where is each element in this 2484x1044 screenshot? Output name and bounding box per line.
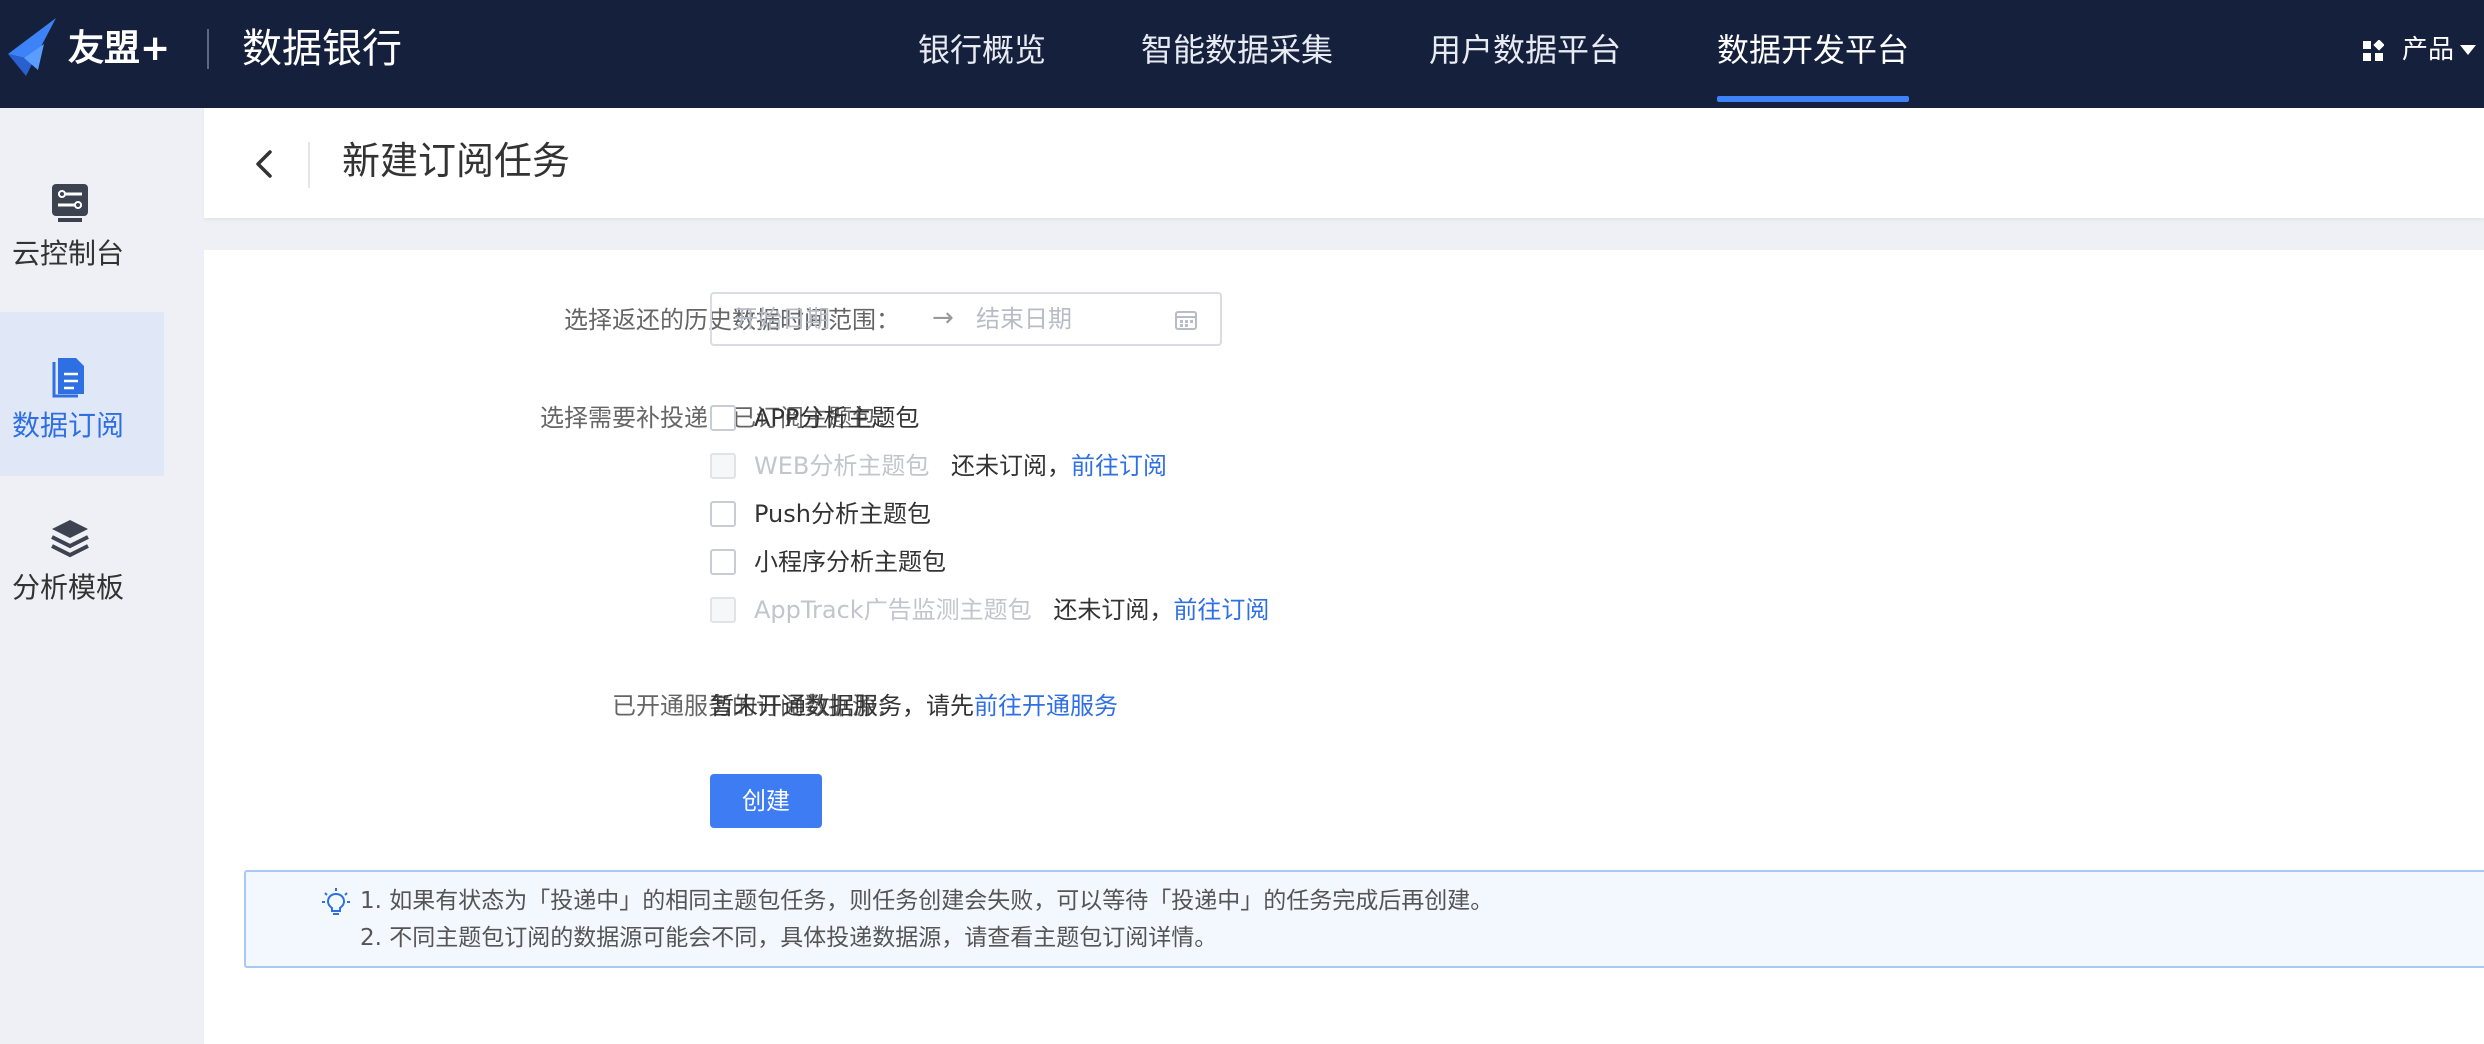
- grid-icon[interactable]: [2362, 40, 2384, 62]
- lightbulb-icon: [322, 888, 350, 915]
- sidebar: 云控制台 数据订阅 分析模板: [0, 108, 204, 1044]
- calendar-icon[interactable]: [1174, 309, 1198, 331]
- nav-bank-overview[interactable]: 银行概览: [918, 28, 1046, 72]
- nav-data-dev-platform[interactable]: 数据开发平台: [1717, 28, 1909, 72]
- back-arrow-icon[interactable]: [244, 144, 284, 184]
- go-subscribe-link[interactable]: 前往订阅: [1071, 452, 1167, 480]
- top-navigation-bar: 友盟+ 数据银行 银行概览 智能数据采集 用户数据平台 数据开发平台 产品: [0, 0, 2484, 108]
- notice-line-2: 2. 不同主题包订阅的数据源可能会不同，具体投递数据源，请查看主题包订阅详情。: [360, 925, 1218, 951]
- document-icon: [52, 358, 84, 398]
- page-title: 新建订阅任务: [342, 139, 571, 183]
- app-name[interactable]: 数据银行: [242, 24, 402, 74]
- go-subscribe-link[interactable]: 前往订阅: [1173, 596, 1269, 624]
- brand-name[interactable]: 友盟+: [68, 26, 170, 72]
- info-notice: 1. 如果有状态为「投递中」的相同主题包任务，则任务创建会失败，可以等待「投递中…: [244, 870, 2484, 968]
- sidebar-item-label: 云控制台: [11, 237, 124, 270]
- checkbox[interactable]: [710, 549, 736, 575]
- checkbox-disabled: [710, 597, 736, 623]
- sidebar-item-cloud-console[interactable]: 云控制台: [0, 108, 164, 272]
- brand-divider: [207, 29, 209, 69]
- package-option-label: WEB分析主题包 还未订阅，前往订阅: [754, 452, 1167, 480]
- umeng-logo-icon[interactable]: [4, 14, 62, 80]
- nav-user-data-platform[interactable]: 用户数据平台: [1429, 28, 1621, 72]
- range-arrow-icon: →: [932, 303, 954, 333]
- nav-smart-data-collection[interactable]: 智能数据采集: [1141, 28, 1333, 72]
- sidebar-item-label: 数据订阅: [11, 409, 124, 442]
- nav-active-indicator: [1717, 96, 1909, 102]
- server-icon: [52, 184, 88, 222]
- create-button[interactable]: 创建: [710, 774, 822, 828]
- notice-line-1: 1. 如果有状态为「投递中」的相同主题包任务，则任务创建会失败，可以等待「投递中…: [360, 888, 1494, 914]
- sidebar-item-analysis-template[interactable]: 分析模板: [0, 476, 164, 640]
- sidebar-item-label: 分析模板: [11, 571, 124, 604]
- sidebar-item-data-subscription[interactable]: 数据订阅: [0, 312, 164, 476]
- checkbox-disabled: [710, 453, 736, 479]
- package-option-label[interactable]: 小程序分析主题包: [754, 546, 946, 578]
- package-option-label: AppTrack广告监测主题包 还未订阅，前往订阅: [754, 596, 1270, 624]
- data-source-status: 暂未开通数据服务，请先前往开通服务: [710, 692, 1118, 720]
- header-divider: [308, 142, 310, 188]
- not-subscribed-note: 还未订阅，: [1053, 596, 1174, 624]
- enable-service-link[interactable]: 前往开通服务: [974, 692, 1118, 720]
- product-menu-button[interactable]: 产品: [2402, 33, 2454, 67]
- not-subscribed-note: 还未订阅，: [951, 452, 1071, 480]
- caret-down-icon[interactable]: [2460, 45, 2476, 55]
- start-date-input[interactable]: 开始日期: [734, 304, 830, 334]
- checkbox[interactable]: [710, 405, 736, 431]
- date-range-picker[interactable]: 开始日期 → 结束日期: [710, 292, 1222, 346]
- end-date-input[interactable]: 结束日期: [976, 304, 1072, 334]
- package-option-label[interactable]: Push分析主题包: [754, 498, 931, 530]
- checkbox[interactable]: [710, 501, 736, 527]
- page-header: 新建订阅任务: [204, 108, 2484, 218]
- layers-icon: [51, 520, 89, 558]
- subscription-form: 选择返还的历史数据时间范围： 开始日期 → 结束日期 选择需要补投递的已订阅主题…: [204, 250, 2484, 1044]
- package-option-label[interactable]: APP分析主题包: [754, 402, 919, 434]
